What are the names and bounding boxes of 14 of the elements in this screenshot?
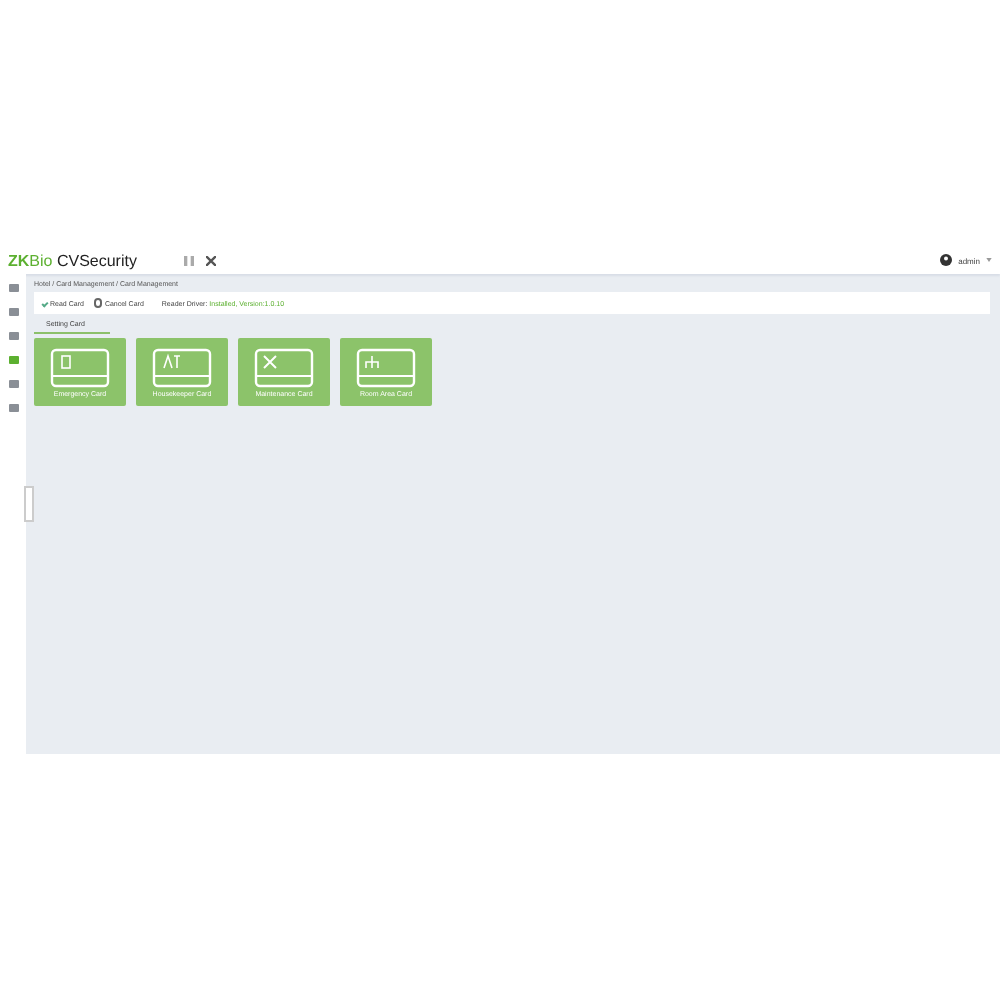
- card-icon: [50, 347, 110, 387]
- module-icon[interactable]: [7, 330, 19, 342]
- caret-icon[interactable]: [986, 258, 992, 262]
- module-icon[interactable]: [7, 306, 19, 318]
- module-icon[interactable]: [7, 282, 19, 294]
- module-icon[interactable]: [7, 402, 19, 414]
- card-icon: [356, 347, 416, 387]
- app-logo: ZKBio CVSecurity: [8, 251, 137, 269]
- module-icon[interactable]: [7, 378, 19, 390]
- collapse-handle[interactable]: [24, 486, 34, 522]
- card-icon: [152, 347, 212, 387]
- user-icon[interactable]: [940, 254, 953, 266]
- module-icon[interactable]: [7, 354, 19, 366]
- card-icon: [254, 347, 314, 387]
